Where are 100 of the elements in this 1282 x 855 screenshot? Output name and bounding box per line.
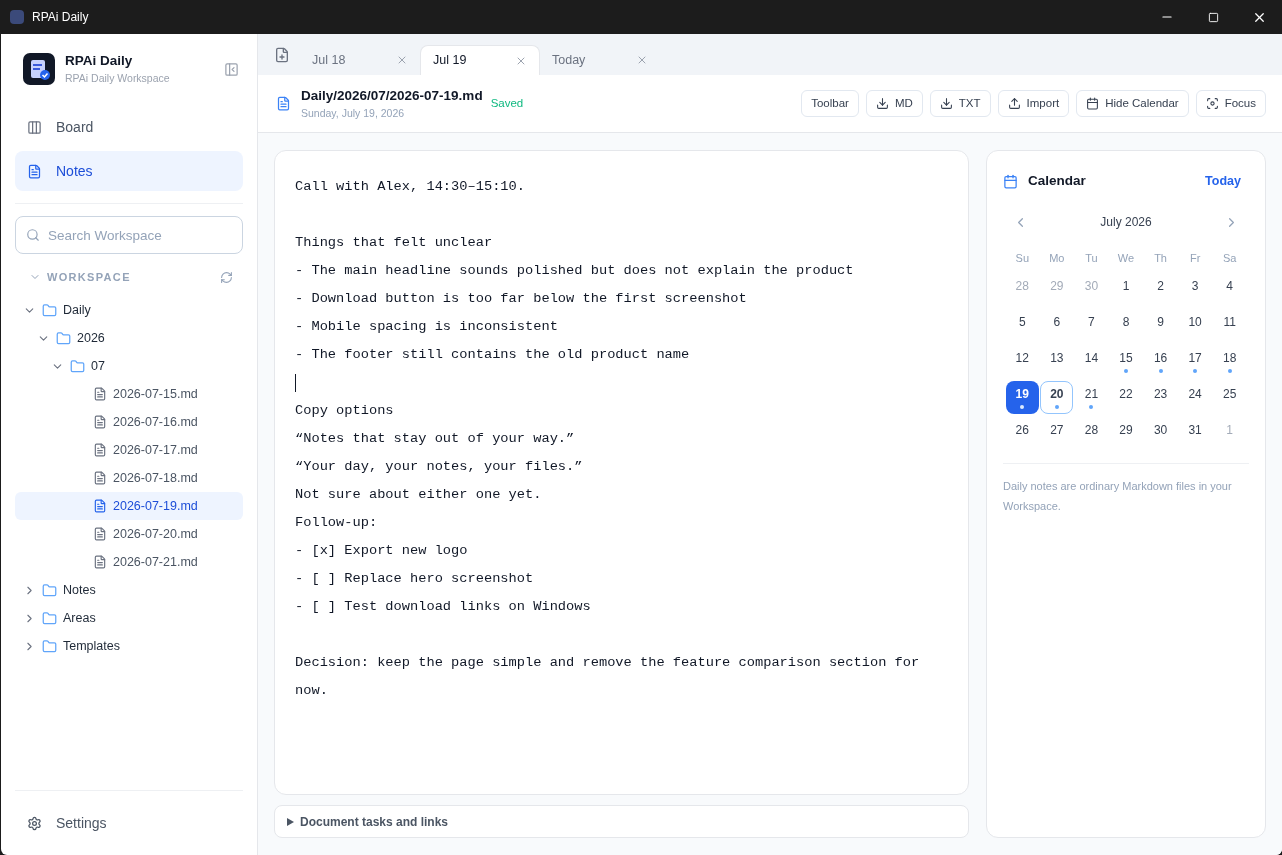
calendar-day[interactable]: 13 [1040,344,1074,378]
today-button[interactable]: Today [1205,171,1241,191]
weekday-label: Th [1154,251,1167,266]
new-file-icon[interactable] [274,47,290,63]
editor-line: - Mobile spacing is inconsistent [295,318,559,336]
calendar-day[interactable]: 11 [1213,308,1247,342]
file-item[interactable]: 2026-07-19.md [15,492,243,520]
folder-item[interactable]: 07 [15,352,243,380]
folder-item[interactable]: Areas [15,604,243,632]
calendar-day[interactable]: 10 [1178,308,1212,342]
file-item[interactable]: 2026-07-20.md [15,520,243,548]
item-label: 2026-07-21.md [113,553,198,571]
calendar-day[interactable]: 26 [1005,416,1039,450]
weekday-label: Su [1015,251,1029,266]
editor-line: - [ ] Test download links on Windows [295,598,592,616]
refresh-icon[interactable] [220,270,233,284]
calendar-day[interactable]: 24 [1178,380,1212,414]
calendar-day[interactable]: 17 [1178,344,1212,378]
close-tab-icon[interactable] [636,54,648,66]
calendar-day[interactable]: 2 [1144,272,1178,306]
file-item[interactable]: 2026-07-15.md [15,380,243,408]
folder-item[interactable]: Notes [15,576,243,604]
details-toggle[interactable]: Document tasks and links [274,805,969,838]
nav-item[interactable]: Board [15,107,243,147]
calendar-day[interactable]: 12 [1005,344,1039,378]
calendar-day[interactable]: 4 [1213,272,1247,306]
gear-icon [27,815,42,831]
weekday-label: Mo [1049,251,1065,266]
calendar-day[interactable]: 7 [1074,308,1108,342]
file-item[interactable]: 2026-07-18.md [15,464,243,492]
folder-icon [42,302,57,318]
upload-icon [1007,97,1021,110]
workspace-name: RPAi Daily Workspace [65,71,170,87]
editor[interactable] [274,150,969,795]
calendar-day[interactable]: 1 [1109,272,1143,306]
close-tab-icon[interactable] [396,54,408,66]
folder-icon [42,610,57,626]
toolbar-button[interactable]: TXT [929,90,991,117]
toolbar-button[interactable]: Hide Calendar [1076,90,1189,117]
calendar-day[interactable]: 16 [1144,344,1178,378]
calendar-day[interactable]: 21 [1074,380,1108,414]
calendar-day[interactable]: 9 [1144,308,1178,342]
calendar-day[interactable]: 28 [1074,416,1108,450]
calendar-day[interactable]: 29 [1109,416,1143,450]
weekday-label: Tu [1085,251,1098,266]
weekday-label: Sa [1222,251,1237,266]
item-label: 2026-07-15.md [113,385,198,403]
folder-item[interactable]: Templates [15,632,243,660]
folder-item[interactable]: 2026 [15,324,243,352]
folder-icon [42,638,57,654]
editor-line: Decision: keep the page simple and remove the feature comparison section for now. [295,654,921,700]
file-item[interactable]: 2026-07-17.md [15,436,243,464]
toolbar-button[interactable]: Focus [1195,90,1266,117]
file-icon [93,387,107,401]
item-label: 2026 [77,329,105,347]
calendar-day[interactable]: 15 [1109,344,1143,378]
toolbar-button[interactable]: MD [865,90,923,117]
document-icon [276,96,291,111]
tab[interactable]: Today [540,45,660,75]
editor-line: Copy options [295,402,395,420]
calendar-day[interactable]: 25 [1213,380,1247,414]
folder-icon [56,330,71,346]
calendar-day[interactable]: 31 [1178,416,1212,450]
editor-line: “Notes that stay out of your way.” [295,430,576,448]
calendar-day[interactable]: 8 [1109,308,1143,342]
calendar-day[interactable]: 6 [1040,308,1074,342]
toolbar-button[interactable]: Import [997,90,1070,117]
app-logo [23,53,55,85]
item-label: 2026-07-20.md [113,525,198,543]
calendar-day[interactable]: 5 [1005,308,1039,342]
sidebar-toggle-icon[interactable] [224,61,239,77]
download-icon [939,97,953,110]
file-icon [93,415,107,429]
calendar-day[interactable]: 14 [1074,344,1108,378]
calendar-day[interactable]: 22 [1109,380,1143,414]
settings-item[interactable]: Settings [15,791,243,855]
calendar-day[interactable]: 30 [1144,416,1178,450]
search-field[interactable]: Search Workspace [15,216,243,254]
editor-line: Call with Alex, 14:30–15:10. [295,178,526,196]
item-label: 07 [91,357,105,375]
tab[interactable]: Jul 19 [420,45,540,75]
folder-item[interactable]: Daily [15,296,243,324]
item-label: 2026-07-17.md [113,441,198,459]
toolbar-button[interactable]: Toolbar [801,90,859,117]
calendar-day[interactable]: 23 [1144,380,1178,414]
tab[interactable]: Jul 18 [300,45,420,75]
editor-line: - [ ] Replace hero screenshot [295,570,535,588]
file-item[interactable]: 2026-07-21.md [15,548,243,576]
calendar-day[interactable]: 27 [1040,416,1074,450]
window-title: RPAi Daily [32,9,89,26]
calendar-day[interactable]: 20 [1040,380,1074,414]
tab-label: Today [552,51,586,69]
file-item[interactable]: 2026-07-16.md [15,408,243,436]
calendar-day[interactable]: 3 [1178,272,1212,306]
file-icon [93,555,107,569]
nav-item[interactable]: Notes [15,151,243,191]
editor-line: - The main headline sounds polished but does not explain the product [295,262,855,280]
month-label: July 2026 [1100,214,1152,232]
calendar-day[interactable]: 19 [1005,380,1039,414]
calendar-day[interactable]: 18 [1213,344,1247,378]
